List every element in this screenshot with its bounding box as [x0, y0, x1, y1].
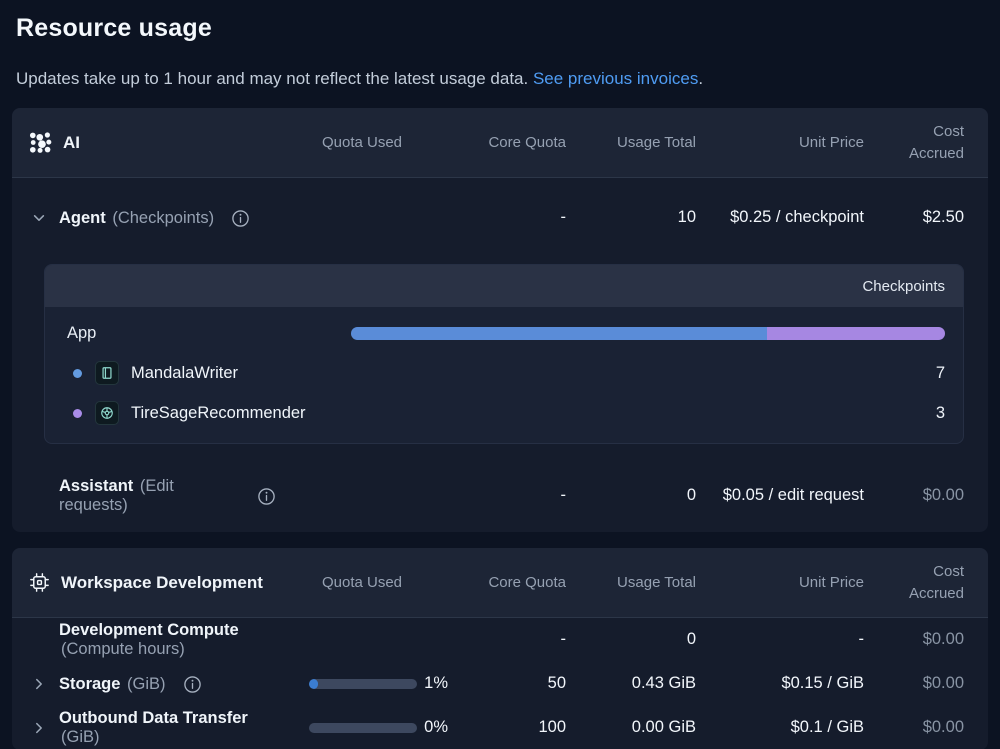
- row-name-label: Development Compute: [59, 621, 239, 639]
- usage-total-cell: 0.43 GiB: [566, 672, 696, 696]
- bar-segment-tiresagerecommender: [767, 327, 945, 340]
- storage-quota-used: 1%: [276, 672, 448, 696]
- info-icon[interactable]: [257, 487, 276, 506]
- column-header-quota-used: Quota Used: [276, 132, 448, 154]
- core-quota-cell: 50: [448, 672, 566, 696]
- ai-card-header: AI Quota Used Core Quota Usage Total Uni…: [12, 108, 988, 178]
- column-header-core-quota: Core Quota: [448, 572, 566, 594]
- unit-price-cell: $0.1 / GiB: [696, 716, 864, 740]
- workspace-section-title: Workspace Development: [28, 571, 276, 594]
- column-header-core-quota: Core Quota: [448, 132, 566, 154]
- agent-cost-accrued: $2.50: [864, 206, 964, 230]
- app-row-tiresagerecommender[interactable]: TireSageRecommender 3: [57, 393, 945, 433]
- app-checkpoint-count: 7: [936, 364, 945, 383]
- breakdown-group-label: App: [57, 324, 351, 343]
- legend-dot-purple: [73, 409, 82, 418]
- page-title: Resource usage: [16, 14, 1000, 43]
- ai-section-title: AI: [28, 130, 276, 155]
- tiresagerecommender-app-icon: [95, 401, 119, 425]
- previous-invoices-link[interactable]: See previous invoices: [533, 69, 698, 88]
- info-icon[interactable]: [183, 675, 202, 694]
- breakdown-header-label: Checkpoints: [862, 278, 945, 295]
- bar-segment-mandalawriter: [351, 327, 767, 340]
- assistant-core-quota: -: [448, 484, 566, 508]
- assistant-name: Assistant: [59, 477, 133, 495]
- subtitle-period: .: [698, 69, 703, 88]
- storage-row[interactable]: Storage (GiB) 1% 50 0.43 GiB $0.15 / GiB…: [12, 662, 988, 706]
- column-header-usage-total: Usage Total: [566, 132, 696, 154]
- chevron-right-icon[interactable]: [28, 677, 50, 691]
- row-name-label: Storage: [59, 675, 120, 693]
- ai-icon: [28, 130, 53, 155]
- outbound-quota-progress-bar: [309, 723, 417, 733]
- column-header-unit-price: Unit Price: [696, 132, 864, 154]
- row-name-label: Outbound Data Transfer: [59, 709, 248, 727]
- breakdown-body: App MandalaWriter 7 TireSageReco: [45, 307, 963, 443]
- chevron-down-icon[interactable]: [28, 211, 50, 225]
- workspace-section-label: Workspace Development: [61, 573, 263, 593]
- assistant-usage-total: 0: [566, 484, 696, 508]
- core-quota-cell: 100: [448, 716, 566, 740]
- app-row-mandalawriter[interactable]: MandalaWriter 7: [57, 353, 945, 393]
- development-compute-row: Development Compute (Compute hours) - 0 …: [12, 618, 988, 662]
- breakdown-chart-row: App: [57, 313, 945, 353]
- agent-unit-price: $0.25 / checkpoint: [696, 206, 864, 230]
- app-name: TireSageRecommender: [131, 404, 306, 423]
- row-qualifier: (GiB): [61, 728, 100, 746]
- cost-accrued-cell: $0.00: [864, 716, 964, 740]
- column-header-cost-accrued: Cost Accrued: [864, 121, 964, 165]
- subtitle-text: Updates take up to 1 hour and may not re…: [16, 69, 528, 88]
- unit-price-cell: -: [696, 628, 864, 652]
- usage-total-cell: 0.00 GiB: [566, 716, 696, 740]
- workspace-development-card: Workspace Development Quota Used Core Qu…: [12, 548, 988, 749]
- row-qualifier: (Compute hours): [61, 640, 185, 658]
- row-qualifier: (GiB): [127, 675, 166, 693]
- info-icon[interactable]: [231, 209, 250, 228]
- cost-accrued-cell: $0.00: [864, 628, 964, 652]
- assistant-unit-price: $0.05 / edit request: [696, 484, 864, 508]
- agent-row[interactable]: Agent (Checkpoints) - 10 $0.25 / checkpo…: [12, 178, 988, 258]
- agent-qualifier: (Checkpoints): [112, 209, 214, 227]
- cost-accrued-cell: $0.00: [864, 672, 964, 696]
- checkpoints-breakdown-panel: Checkpoints App MandalaWriter 7: [44, 264, 964, 444]
- unit-price-cell: $0.15 / GiB: [696, 672, 864, 696]
- storage-quota-percent: 1%: [424, 672, 448, 696]
- cpu-chip-icon: [28, 571, 51, 594]
- app-checkpoint-count: 3: [936, 404, 945, 423]
- chevron-right-icon[interactable]: [28, 721, 50, 735]
- outbound-quota-percent: 0%: [424, 716, 448, 740]
- storage-quota-progress-bar: [309, 679, 417, 689]
- assistant-row[interactable]: Assistant (Edit requests) - 0 $0.05 / ed…: [12, 460, 988, 532]
- ai-section-label: AI: [63, 133, 80, 153]
- ai-usage-card: AI Quota Used Core Quota Usage Total Uni…: [12, 108, 988, 532]
- breakdown-header: Checkpoints: [45, 265, 963, 307]
- column-header-quota-used: Quota Used: [276, 572, 448, 594]
- mandalawriter-app-icon: [95, 361, 119, 385]
- assistant-cost-accrued: $0.00: [864, 484, 964, 508]
- outbound-data-transfer-row[interactable]: Outbound Data Transfer (GiB) 0% 100 0.00…: [12, 706, 988, 749]
- outbound-quota-used: 0%: [276, 716, 448, 740]
- usage-total-cell: 0: [566, 628, 696, 652]
- column-header-cost-accrued: Cost Accrued: [864, 561, 964, 605]
- app-name: MandalaWriter: [131, 364, 238, 383]
- checkpoints-stacked-bar: [351, 327, 945, 340]
- column-header-usage-total: Usage Total: [566, 572, 696, 594]
- column-header-unit-price: Unit Price: [696, 572, 864, 594]
- page-subtitle: Updates take up to 1 hour and may not re…: [16, 69, 1000, 89]
- agent-name: Agent: [59, 209, 106, 227]
- workspace-card-header: Workspace Development Quota Used Core Qu…: [12, 548, 988, 618]
- agent-usage-total: 10: [566, 206, 696, 230]
- legend-dot-blue: [73, 369, 82, 378]
- agent-core-quota: -: [448, 206, 566, 230]
- core-quota-cell: -: [448, 628, 566, 652]
